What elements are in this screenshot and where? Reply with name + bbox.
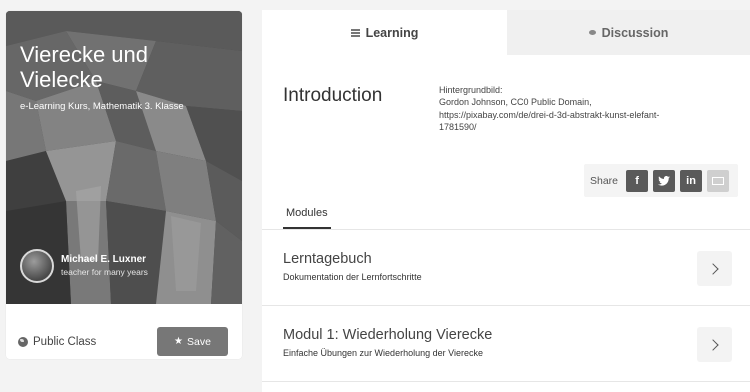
module-title: Lerntagebuch	[283, 251, 372, 267]
save-button[interactable]: ★ Save	[157, 327, 228, 356]
module-description: Einfache Übungen zur Wiederholung der Vi…	[283, 348, 483, 358]
visibility-label: Public Class	[33, 336, 97, 348]
tab-discussion-label: Discussion	[601, 25, 669, 40]
visibility-status: Public Class	[18, 336, 96, 348]
share-label: Share	[590, 174, 619, 187]
tab-modules[interactable]: Modules	[283, 207, 331, 229]
course-title: Vierecke und Vielecke	[20, 42, 149, 92]
content-panel: Learning Discussion Introduction Hinterg…	[262, 10, 750, 392]
module-description: Dokumentation der Lernfortschritte	[283, 272, 422, 282]
share-box: Share f in	[584, 164, 738, 197]
tab-learning-label: Learning	[365, 25, 419, 40]
module-item[interactable]: Lerntagebuch Dokumentation der Lernforts…	[262, 230, 750, 306]
module-title: Modul 1: Wiederholung Vierecke	[283, 327, 493, 343]
course-card-footer: Public Class ★ Save	[6, 304, 242, 359]
course-card: Vierecke und Vielecke e-Learning Kurs, M…	[6, 11, 242, 359]
star-icon: ★	[174, 335, 184, 347]
linkedin-icon[interactable]: in	[680, 169, 703, 192]
credit-line: 1781590/	[439, 121, 477, 132]
tab-learning[interactable]: Learning	[262, 10, 507, 55]
module-open-button[interactable]	[697, 251, 732, 286]
credit-line: Gordon Johnson, CC0 Public Domain,	[439, 97, 592, 108]
course-subtitle: e-Learning Kurs, Mathematik 3. Klasse	[20, 101, 184, 112]
twitter-icon[interactable]	[653, 169, 676, 192]
credit-line: Hintergrundbild:	[439, 85, 503, 95]
tab-bar: Learning Discussion	[262, 10, 750, 55]
credit-line: https://pixabay.com/de/drei-d-3d-abstrak…	[439, 109, 660, 120]
globe-icon	[18, 337, 28, 347]
facebook-icon[interactable]: f	[626, 169, 649, 192]
save-label: Save	[187, 335, 211, 348]
module-open-button[interactable]	[697, 327, 732, 362]
course-cover-image: Vierecke und Vielecke e-Learning Kurs, M…	[6, 11, 242, 304]
bubble-icon	[588, 30, 596, 35]
author-avatar[interactable]	[20, 249, 54, 283]
tab-discussion[interactable]: Discussion	[507, 10, 750, 55]
module-item[interactable]: Modul 1: Wiederholung Vierecke Einfache …	[262, 306, 750, 382]
chevron-right-icon	[707, 338, 719, 351]
author-name[interactable]: Michael E. Luxner	[61, 254, 146, 265]
lines-icon	[350, 29, 360, 37]
email-icon[interactable]	[707, 169, 730, 192]
background-credit: Hintergrundbild: Gordon Johnson, CC0 Pub…	[439, 84, 729, 133]
author-info[interactable]: Michael E. Luxner teacher for many years	[20, 249, 230, 283]
intro-title: Introduction	[283, 85, 383, 106]
chevron-right-icon	[707, 262, 719, 275]
author-role: teacher for many years	[61, 267, 148, 277]
